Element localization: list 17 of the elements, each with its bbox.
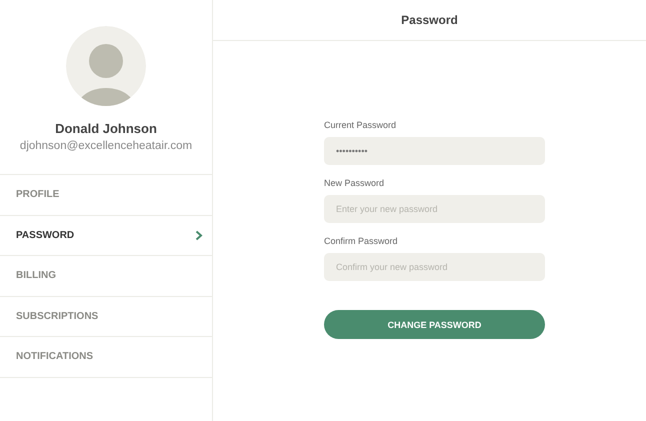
chevron-right-icon (195, 230, 203, 241)
menu-item[interactable]: PASSWORD (0, 216, 212, 256)
user-email: djohnson@excellenceheatair.com (20, 140, 192, 152)
change-password-button[interactable]: CHANGE PASSWORD (324, 310, 545, 339)
password-field[interactable]: Enter your new password (324, 195, 545, 223)
menu-item[interactable]: BILLING (0, 256, 212, 296)
field-label: New Password (324, 178, 386, 188)
menu-item[interactable]: PROFILE (0, 175, 212, 216)
field-label: Confirm Password (324, 236, 399, 246)
menu-item[interactable]: SUBSCRIPTIONS (0, 296, 212, 337)
password-field[interactable]: Confirm your new password (324, 253, 545, 281)
password-field[interactable]: •••••••••• (324, 137, 545, 165)
menu-item[interactable]: NOTIFICATIONS (0, 337, 212, 378)
avatar-icon (66, 26, 146, 106)
user-name: Donald Johnson (55, 121, 157, 136)
page-title: Password (401, 13, 458, 27)
field-label: Current Password (324, 120, 398, 130)
